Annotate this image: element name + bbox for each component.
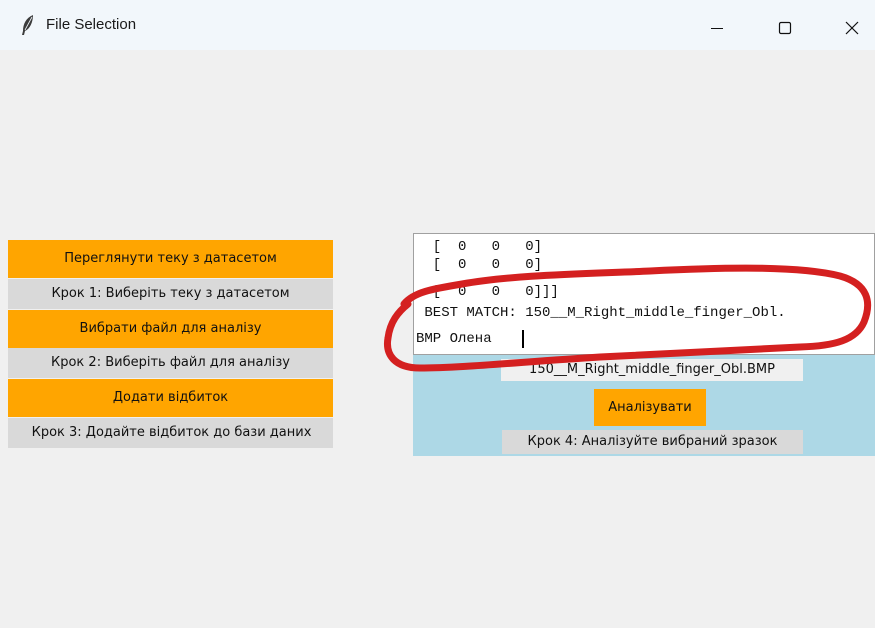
text-cursor bbox=[522, 330, 524, 348]
choose-file-button[interactable]: Вибрати файл для аналізу bbox=[8, 310, 333, 348]
feather-icon bbox=[20, 14, 36, 36]
step2-label: Крок 2: Виберіть файл для аналізу bbox=[8, 348, 333, 378]
app-window: File Selection Переглянути теку з датасе… bbox=[0, 0, 875, 628]
analyze-button[interactable]: Аналізувати bbox=[594, 389, 706, 426]
output-line: [ 0 0 0] bbox=[416, 239, 543, 255]
title-bar[interactable]: File Selection bbox=[0, 0, 875, 50]
browse-dataset-button[interactable]: Переглянути теку з датасетом bbox=[8, 240, 333, 278]
minimize-button[interactable] bbox=[694, 0, 740, 50]
window-title: File Selection bbox=[46, 16, 137, 33]
output-line: [ 0 0 0] bbox=[416, 257, 543, 273]
analysis-area: 150__M_Right_middle_finger_Obl.BMP Аналі… bbox=[413, 355, 875, 456]
step4-label: Крок 4: Аналізуйте вибраний зразок bbox=[502, 430, 803, 454]
output-line: BMP Олена bbox=[416, 331, 492, 347]
close-button[interactable] bbox=[829, 0, 875, 50]
step3-label: Крок 3: Додайте відбиток до бази даних bbox=[8, 418, 333, 448]
add-print-button[interactable]: Додати відбиток bbox=[8, 379, 333, 417]
selected-file-label: 150__M_Right_middle_finger_Obl.BMP bbox=[501, 359, 803, 381]
right-panel: [ 0 0 0] [ 0 0 0] [ 0 0 0]]] BEST MATCH:… bbox=[413, 233, 875, 456]
maximize-button[interactable] bbox=[762, 0, 808, 50]
close-icon bbox=[845, 21, 859, 35]
output-line: [ 0 0 0]]] bbox=[416, 284, 559, 300]
step1-label: Крок 1: Виберіть теку з датасетом bbox=[8, 279, 333, 309]
output-textbox[interactable]: [ 0 0 0] [ 0 0 0] [ 0 0 0]]] BEST MATCH:… bbox=[413, 233, 875, 355]
minimize-icon bbox=[711, 28, 723, 29]
maximize-icon bbox=[778, 21, 792, 35]
best-match-line: BEST MATCH: 150__M_Right_middle_finger_O… bbox=[416, 305, 786, 321]
